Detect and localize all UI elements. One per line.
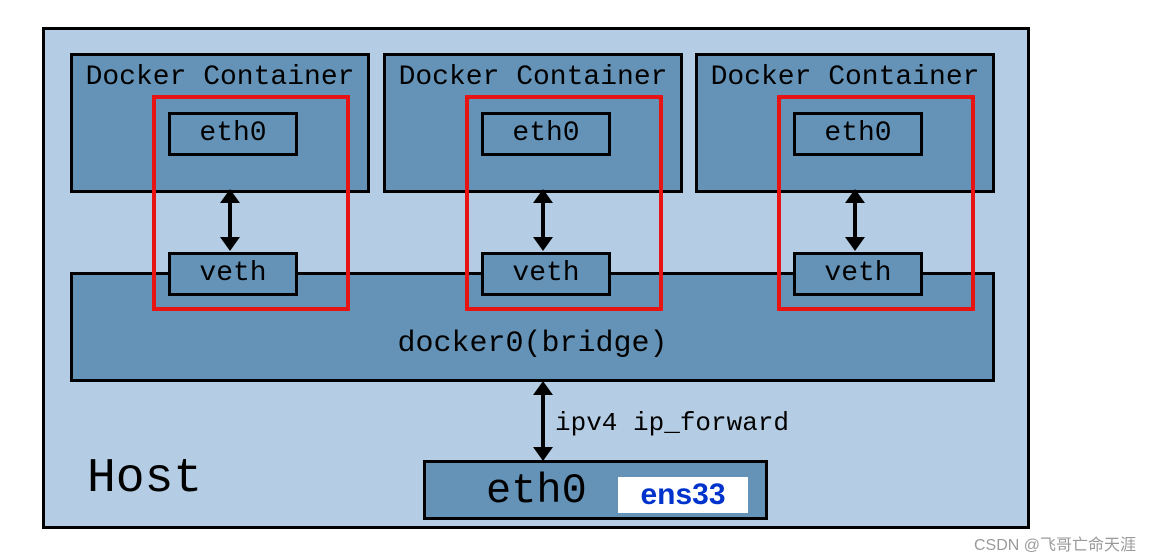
docker-container-2: Docker Container eth0: [383, 53, 683, 193]
container-eth0: eth0: [481, 112, 611, 156]
container-title: Docker Container: [386, 62, 680, 93]
container-title: Docker Container: [698, 62, 992, 93]
host-eth0-label: eth0: [486, 467, 587, 515]
ens33-label: ens33: [618, 477, 748, 513]
host-eth0-box: eth0 ens33: [423, 460, 768, 520]
arrow-double-icon: [853, 200, 857, 240]
host-label: Host: [87, 452, 202, 506]
veth-interface: veth: [793, 252, 923, 296]
docker-container-3: Docker Container eth0: [695, 53, 995, 193]
bridge-label: docker0(bridge): [73, 327, 992, 361]
veth-interface: veth: [481, 252, 611, 296]
ip-forward-label: ipv4 ip_forward: [555, 408, 789, 438]
arrow-double-icon: [541, 392, 545, 450]
watermark: CSDN @飞哥亡命天涯: [974, 531, 1136, 555]
container-title: Docker Container: [73, 62, 367, 93]
container-eth0: eth0: [793, 112, 923, 156]
host-box: Docker Container eth0 Docker Container e…: [42, 27, 1030, 529]
container-eth0: eth0: [168, 112, 298, 156]
docker-container-1: Docker Container eth0: [70, 53, 370, 193]
veth-interface: veth: [168, 252, 298, 296]
docker0-bridge: veth veth veth docker0(bridge): [70, 272, 995, 382]
arrow-double-icon: [228, 200, 232, 240]
arrow-double-icon: [541, 200, 545, 240]
